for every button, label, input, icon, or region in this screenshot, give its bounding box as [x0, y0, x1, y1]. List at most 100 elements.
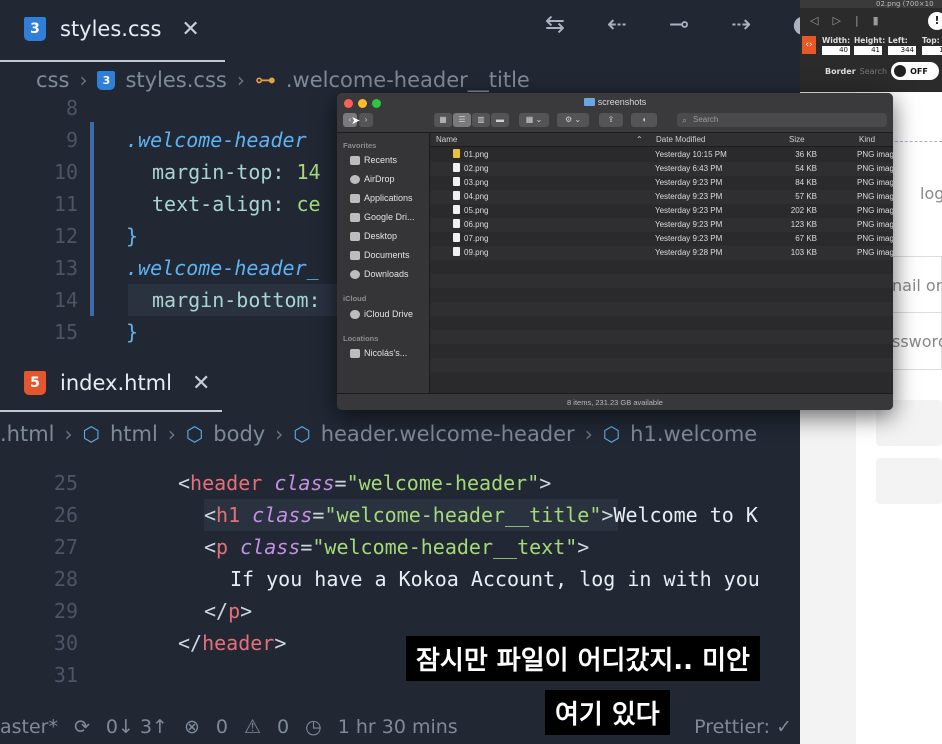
- file-row[interactable]: 04.png Yesterday 9:23 PM 57 KB PNG imag: [431, 190, 893, 204]
- tab-label: styles.css: [60, 17, 162, 41]
- file-row[interactable]: 05.png Yesterday 9:23 PM 202 KB PNG imag: [431, 204, 893, 218]
- git-branch[interactable]: aster*: [0, 716, 58, 738]
- breadcrumb-item[interactable]: header.welcome-header: [321, 422, 575, 446]
- sidebar-item-documents[interactable]: Documents: [350, 250, 410, 260]
- sync-icon[interactable]: ⟳: [74, 716, 90, 738]
- css3-icon: 3: [97, 70, 116, 90]
- back-icon[interactable]: ◁: [810, 14, 818, 27]
- border-toggle-row: Border Search OFF: [825, 62, 940, 80]
- split-editor-icon[interactable]: ◐: [788, 10, 800, 38]
- warning-icon[interactable]: ⚠: [244, 716, 261, 738]
- png-file-icon: [453, 233, 460, 242]
- breadcrumb-item[interactable]: .html: [0, 422, 55, 446]
- tab-styles-css[interactable]: 3 styles.css ✕: [0, 0, 224, 58]
- folder-icon: [350, 212, 360, 222]
- breadcrumb-item[interactable]: css: [36, 68, 69, 92]
- go-back-icon[interactable]: ⇠: [602, 10, 632, 38]
- share-icon[interactable]: ⇪: [599, 113, 623, 127]
- sidebar-item-airdrop[interactable]: AirDrop: [350, 174, 395, 184]
- sidebar-item-applications[interactable]: Applications: [350, 193, 413, 203]
- sidebar-item-icloud-drive[interactable]: iCloud Drive: [350, 309, 413, 319]
- file-row[interactable]: 01.png Yesterday 10:15 PM 36 KB PNG imag: [431, 148, 893, 162]
- go-forward-icon[interactable]: ⇢: [726, 10, 756, 38]
- separator-icon: |: [854, 14, 859, 27]
- css3-icon: 3: [24, 17, 46, 41]
- indent-guide: [90, 122, 94, 252]
- error-count[interactable]: 0: [216, 716, 228, 738]
- left-field: Left: 344: [888, 36, 916, 55]
- file-row[interactable]: 09.png Yesterday 9:28 PM 103 KB PNG imag: [431, 246, 893, 260]
- action-gear-icon[interactable]: ⚙ ⌄: [557, 113, 589, 127]
- column-view-icon[interactable]: ▥: [472, 113, 490, 127]
- border-toggle[interactable]: OFF: [891, 62, 940, 80]
- png-file-icon: [453, 191, 460, 200]
- file-row[interactable]: 06.png Yesterday 9:23 PM 123 KB PNG imag: [431, 218, 893, 232]
- email-placeholder: nail or: [892, 276, 942, 295]
- sidebar-item-google-drive[interactable]: Google Dri...: [350, 212, 415, 222]
- tag-icon[interactable]: ◖: [631, 113, 657, 127]
- css-brace: }: [126, 224, 139, 248]
- git-compare-icon[interactable]: ⇆: [540, 10, 570, 38]
- column-name[interactable]: Name: [436, 135, 457, 144]
- width-value[interactable]: 40: [822, 46, 850, 55]
- warning-count[interactable]: 0: [277, 716, 289, 738]
- line-number: 25: [53, 471, 78, 495]
- height-value[interactable]: 41: [854, 46, 882, 55]
- forward-icon[interactable]: ▷: [832, 14, 840, 27]
- bookmark-icon[interactable]: ▮: [873, 14, 879, 27]
- tab-index-html[interactable]: 5 index.html ✕: [0, 354, 234, 412]
- breadcrumb-item[interactable]: h1.welcome: [630, 422, 757, 446]
- breadcrumb-item[interactable]: .welcome-header__title: [286, 68, 530, 92]
- png-file-icon: [453, 177, 460, 186]
- preview-button[interactable]: [876, 458, 942, 504]
- sidebar-item-recents[interactable]: Recents: [350, 155, 397, 165]
- browser-nav: ◁ ▷ | ▮: [810, 14, 879, 27]
- sidebar-item-computer[interactable]: Nicolás's...: [350, 348, 407, 358]
- sync-status[interactable]: 0↓ 3↑: [106, 716, 168, 738]
- line-number: 8: [65, 96, 78, 120]
- file-row[interactable]: 07.png Yesterday 9:23 PM 67 KB PNG imag: [431, 232, 893, 246]
- chevron-right-icon: ›: [236, 68, 245, 92]
- empty-row: [431, 274, 893, 288]
- left-value[interactable]: 344: [888, 46, 916, 55]
- downloads-icon: [350, 269, 360, 279]
- time-tracker[interactable]: 1 hr 30 mins: [338, 716, 458, 738]
- empty-row: [431, 302, 893, 316]
- search-field[interactable]: Search: [677, 113, 887, 127]
- prettier-status[interactable]: Prettier: ✓: [694, 716, 800, 738]
- forward-button[interactable]: ›: [359, 113, 373, 127]
- html5-icon: 5: [24, 371, 46, 395]
- active-tab-indicator: [0, 410, 222, 412]
- file-row[interactable]: 02.png Yesterday 6:43 PM 54 KB PNG imag: [431, 162, 893, 176]
- breadcrumb-item[interactable]: body: [213, 422, 265, 446]
- sidebar-item-desktop[interactable]: Desktop: [350, 231, 397, 241]
- column-header: Name ⌃ Date Modified Size Kind: [431, 133, 893, 147]
- error-icon[interactable]: ⊗: [184, 716, 200, 738]
- file-row[interactable]: 03.png Yesterday 9:23 PM 84 KB PNG imag: [431, 176, 893, 190]
- top-field: Top:14: [922, 36, 942, 55]
- gallery-view-icon[interactable]: ▬: [491, 113, 509, 127]
- icon-view-icon[interactable]: ▦: [434, 113, 452, 127]
- line-number: 11: [53, 192, 78, 216]
- png-file-icon: [453, 149, 460, 158]
- close-icon[interactable]: ✕: [181, 17, 199, 42]
- file-list: 01.png Yesterday 10:15 PM 36 KB PNG imag 02…: [431, 148, 893, 393]
- css-property: margin-top:: [152, 160, 285, 184]
- top-value[interactable]: 14: [922, 46, 942, 55]
- list-view-icon[interactable]: ☰: [453, 113, 471, 127]
- breadcrumb-item[interactable]: html: [110, 422, 158, 446]
- empty-row: [431, 316, 893, 330]
- column-kind[interactable]: Kind: [859, 135, 875, 144]
- column-size[interactable]: Size: [789, 135, 805, 144]
- git-commit-icon[interactable]: ⊸: [664, 10, 694, 38]
- info-icon[interactable]: !: [928, 12, 942, 30]
- empty-row: [431, 330, 893, 344]
- breadcrumb-item[interactable]: styles.css: [125, 68, 226, 92]
- close-icon[interactable]: ✕: [192, 371, 210, 396]
- line-number: 26: [53, 503, 78, 527]
- group-by-icon[interactable]: ▦ ⌄: [519, 113, 549, 127]
- code-toggle-icon[interactable]: ‹›: [802, 36, 816, 54]
- status-bar: aster* ⟳ 0↓ 3↑ ⊗ 0 ⚠ 0 ◷ 1 hr 30 mins Pr…: [0, 710, 800, 744]
- sidebar-item-downloads[interactable]: Downloads: [350, 269, 409, 279]
- column-date[interactable]: Date Modified: [656, 135, 705, 144]
